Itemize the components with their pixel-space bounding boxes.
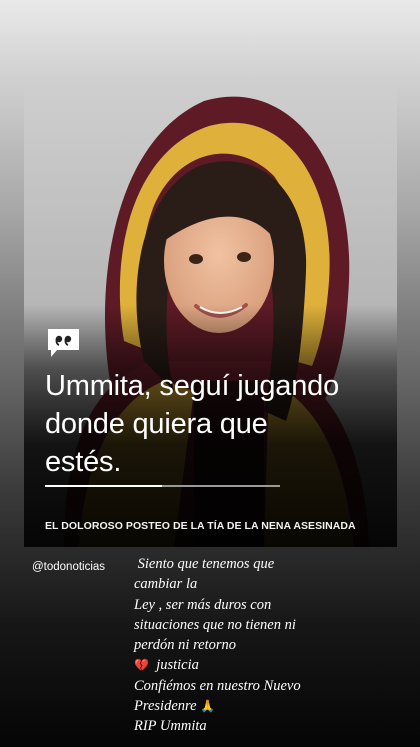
story-line: RIP Ummita — [134, 718, 207, 735]
quote-text: Ummita, seguí jugando donde quiera que e… — [45, 367, 375, 481]
folded-hands-icon: 🙏 — [200, 699, 216, 714]
quote-divider-accent — [45, 485, 162, 487]
quote-line: estés. — [45, 446, 122, 478]
story-line: perdón ni retorno — [134, 637, 237, 654]
story-line: situaciones que no tienen ni — [134, 616, 296, 633]
story-line: Confiémos en nuestro Nuevo — [134, 677, 301, 694]
post-caption: EL DOLOROSO POSTEO DE LA TÍA DE LA NENA … — [45, 520, 356, 532]
story-line: cambiar la — [134, 576, 198, 593]
quote-line: Ummita, seguí jugando — [45, 370, 340, 402]
story-line: 💔 justicia — [134, 657, 199, 674]
story-line: Siento que tenemos que — [137, 556, 275, 572]
shared-post-card[interactable]: Ummita, seguí jugando donde quiera que e… — [24, 81, 397, 547]
mention-sticker[interactable]: @todonoticias — [32, 561, 105, 573]
story-line: Ley , ser más duros con — [134, 596, 272, 613]
quote-icon — [48, 329, 79, 357]
broken-heart-icon: 💔 — [134, 658, 149, 673]
story-line: Presidenre 🙏 — [134, 698, 216, 715]
quote-line: donde quiera que — [45, 408, 268, 440]
story-text: Siento que tenemos que cambiar la Ley , … — [134, 554, 404, 737]
quote-divider — [45, 485, 280, 487]
